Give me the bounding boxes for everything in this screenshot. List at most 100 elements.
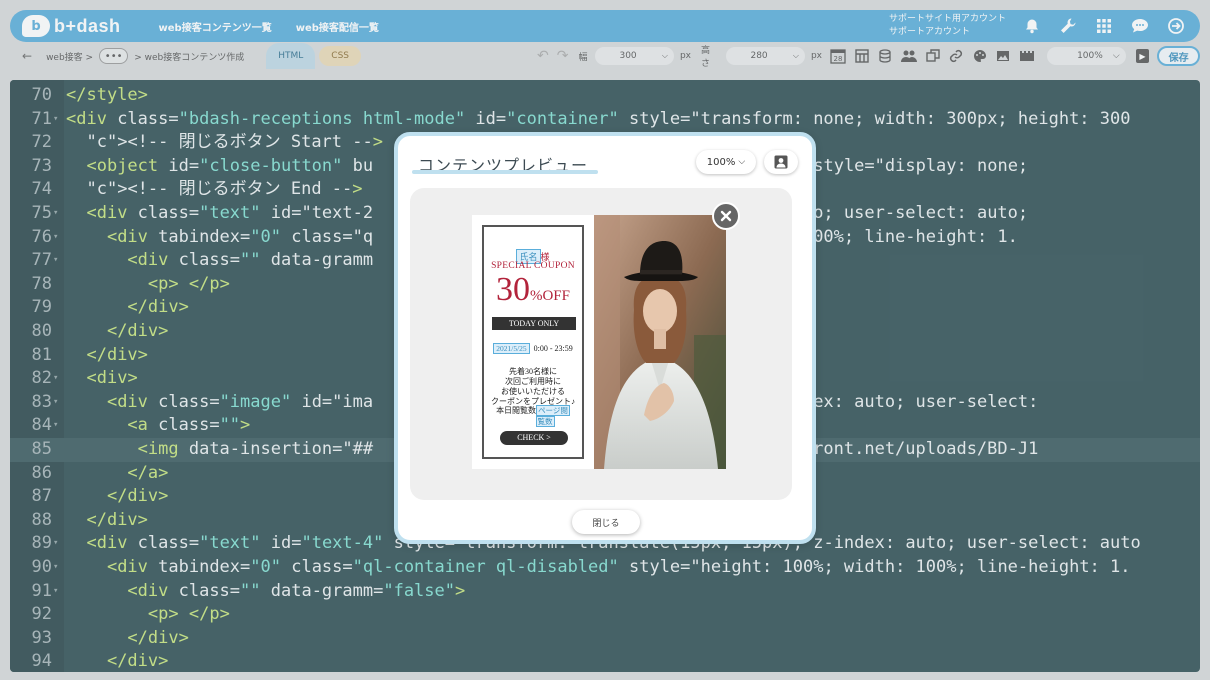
code-text: </a> (127, 462, 169, 483)
line-number: 73 (31, 155, 52, 176)
code-text: <p> </p> (147, 273, 230, 294)
code-line[interactable]: 92 <p> </p> (10, 603, 1200, 627)
nav-delivery-list[interactable]: web接客配信一覧 (296, 19, 379, 34)
coupon-panel[interactable]: 氏名様 SPECIAL COUPON 30%OFF TODAY ONLY 202… (472, 215, 594, 469)
check-button[interactable]: CHECK > (500, 431, 568, 445)
code-line[interactable]: 70 </style> (10, 84, 1200, 108)
calendar-icon[interactable]: 28 (830, 48, 846, 64)
line-number: 88 (31, 509, 52, 530)
line-number: 70 (31, 85, 52, 105)
line-number: 72 (31, 132, 52, 153)
height-unit: px (810, 51, 822, 61)
users-icon[interactable] (901, 48, 918, 64)
fold-toggle-icon[interactable]: ▾ (53, 580, 58, 604)
code-text: </div> (106, 651, 169, 672)
logout-icon[interactable] (1158, 17, 1194, 35)
link-icon[interactable] (949, 48, 965, 64)
code-text: <p> </p> (147, 604, 230, 625)
line-number: 90 (31, 557, 52, 577)
chat-icon[interactable] (1122, 17, 1158, 35)
page-view-chip-cont: 覧数 (535, 416, 555, 427)
grid-icon[interactable] (1086, 19, 1122, 33)
table-icon[interactable] (854, 48, 870, 64)
code-line[interactable]: 91 ▾ <div class="" data-gramm="false"> (10, 580, 1200, 604)
save-button[interactable]: 保存 (1157, 46, 1201, 66)
code-line[interactable]: 93 </div> (10, 627, 1200, 651)
copy-icon[interactable] (925, 48, 941, 64)
code-text: <a class=""> (127, 415, 251, 436)
video-icon[interactable] (1019, 48, 1035, 64)
bell-icon[interactable] (1014, 18, 1050, 34)
nav-contents-list[interactable]: web接客コンテンツ一覧 (159, 19, 272, 34)
code-line[interactable]: 90 ▾ <div tabindex="0" class="ql-containe… (10, 556, 1200, 580)
user-profile-icon[interactable] (764, 150, 798, 174)
line-number: 84 (31, 415, 52, 436)
preview-zoom-select[interactable]: 100% ⌵ (696, 150, 756, 174)
line-number: 91 (31, 580, 52, 601)
play-icon[interactable]: ▶ (1135, 49, 1150, 63)
fold-toggle-icon[interactable]: ▾ (53, 532, 58, 556)
redo-icon[interactable]: ↷ (557, 48, 569, 64)
breadcrumb-more-button[interactable]: ••• (99, 48, 129, 64)
fold-toggle-icon[interactable]: ▾ (53, 108, 58, 132)
line-number: 74 (31, 179, 52, 200)
calendar-day: 28 (834, 55, 843, 63)
line-number: 75 (31, 203, 52, 223)
back-arrow-icon[interactable]: ← (22, 49, 32, 63)
undo-icon[interactable]: ↶ (537, 48, 549, 64)
code-text: </style> (66, 85, 148, 105)
chevron-down-icon: ⌵ (792, 51, 799, 60)
code-text: </div> (106, 321, 169, 341)
line-number: 89 (31, 533, 52, 554)
preview-zoom-value: 100% (706, 156, 736, 168)
line-number: 93 (31, 627, 52, 648)
database-icon[interactable] (878, 48, 894, 64)
height-label: 高さ (701, 46, 711, 69)
top-header: b b+dash web接客コンテンツ一覧 web接客配信一覧 サポートサイト用… (10, 10, 1200, 42)
fold-toggle-icon[interactable]: ▾ (53, 367, 58, 391)
account-info[interactable]: サポートサイト用アカウント サポートアカウント (889, 13, 1006, 39)
code-line[interactable]: 94 </div> (10, 650, 1200, 672)
fold-toggle-icon[interactable]: ▾ (53, 249, 58, 273)
wrench-icon[interactable] (1050, 17, 1086, 35)
code-text: </div> (127, 627, 189, 648)
account-line-2: サポートアカウント (888, 27, 970, 37)
chevron-down-icon: ⌵ (738, 157, 746, 167)
code-line[interactable]: 71 ▾ <div class="bdash-receptions html-mod… (10, 108, 1200, 132)
preview-close-icon[interactable] (712, 202, 740, 230)
breadcrumb-current: > web接客コンテンツ作成 (134, 52, 245, 63)
width-label: 幅 (578, 52, 588, 63)
account-line-1: サポートサイト用アカウント (888, 14, 1006, 24)
close-button[interactable]: 閉じる (572, 510, 640, 534)
line-number: 82 (31, 368, 52, 389)
fold-toggle-icon[interactable]: ▾ (53, 391, 58, 415)
width-select[interactable]: 300 ⌵ (595, 47, 674, 65)
fold-toggle-icon[interactable]: ▾ (53, 226, 58, 250)
line-number: 76 (31, 226, 52, 247)
line-number: 92 (31, 604, 52, 625)
image-icon[interactable] (996, 48, 1012, 64)
code-text: <div class="" data-gramm="false"> (127, 580, 466, 601)
model-photo (594, 215, 726, 469)
fold-toggle-icon[interactable]: ▾ (53, 414, 58, 438)
line-number: 80 (31, 321, 52, 341)
editor-zoom-value: 100% (1077, 51, 1103, 61)
page-view-chip: ページ閲 (536, 405, 570, 416)
tab-html[interactable]: HTML (266, 43, 316, 69)
tab-css[interactable]: CSS (319, 46, 361, 66)
today-only-banner: TODAY ONLY (492, 317, 576, 330)
width-value: 300 (619, 51, 637, 61)
code-text: <div> (86, 368, 138, 389)
fold-toggle-icon[interactable]: ▾ (53, 556, 58, 580)
editor-zoom-select[interactable]: 100% ⌵ (1047, 47, 1126, 65)
fold-toggle-icon[interactable]: ▾ (53, 202, 58, 226)
title-underline (412, 170, 598, 174)
palette-icon[interactable] (972, 48, 988, 64)
app-logo[interactable]: b b+dash (22, 15, 121, 37)
coupon-text-2: 次回ご利用時に (505, 377, 561, 386)
height-select[interactable]: 280 ⌵ (726, 47, 805, 65)
line-number: 87 (31, 486, 52, 507)
line-number: 86 (31, 462, 52, 483)
breadcrumb-web-reception[interactable]: web接客 > (46, 50, 93, 63)
height-value: 280 (750, 51, 768, 61)
